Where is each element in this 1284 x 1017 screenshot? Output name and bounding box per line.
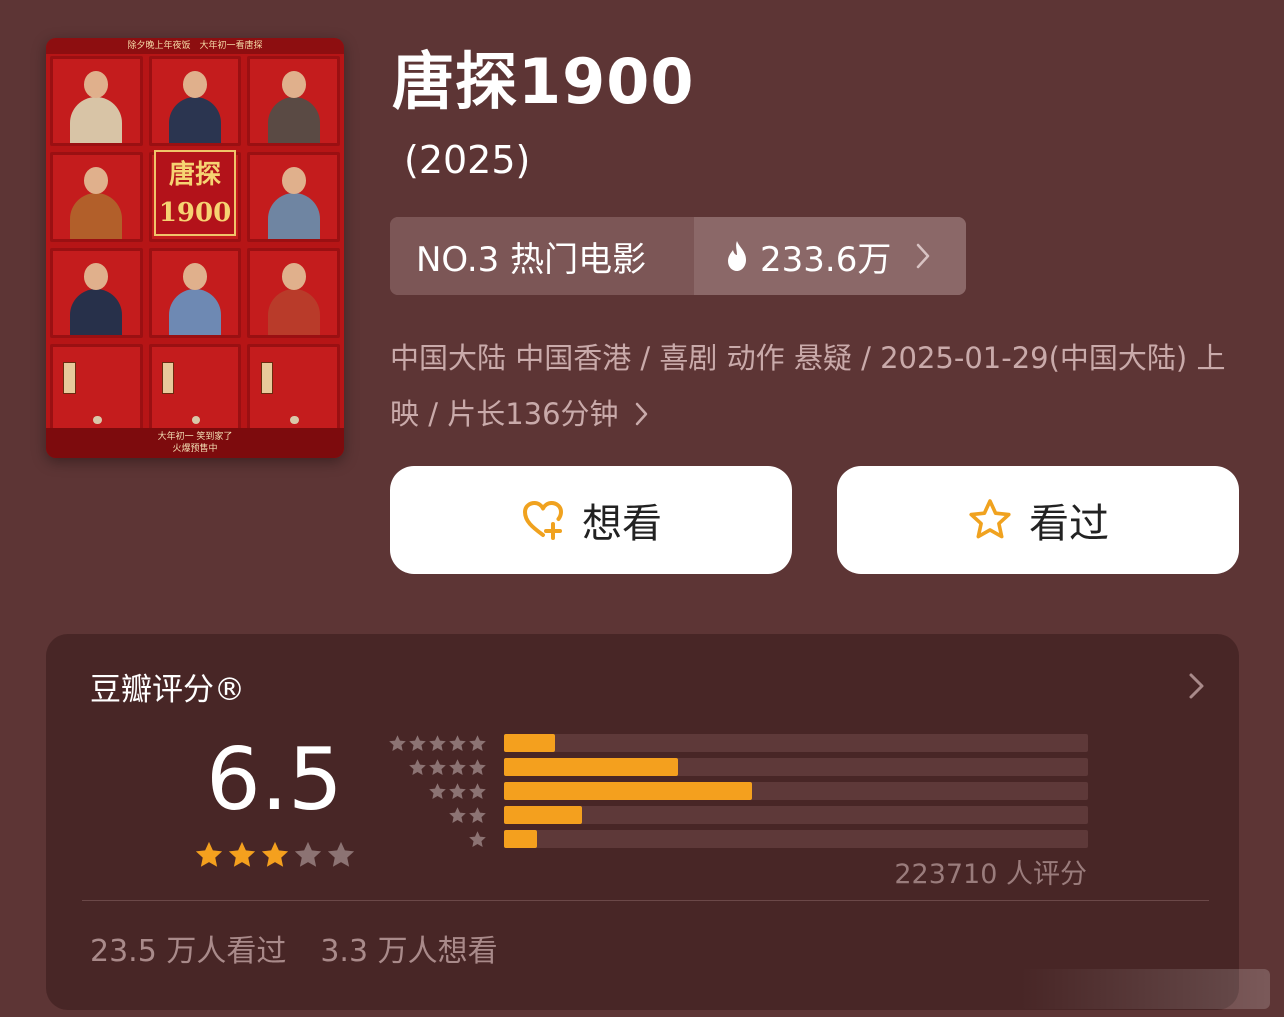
poster-bottom-text: 大年初一 笑到家了 火爆预售中 <box>46 428 344 458</box>
seen-label: 看过 <box>1029 501 1109 547</box>
star-small-icon <box>469 759 486 775</box>
star-small-icon <box>449 783 466 799</box>
rating-card-title: 豆瓣评分® <box>90 672 245 708</box>
chevron-right-icon[interactable] <box>1185 670 1209 702</box>
star-filled-icon <box>228 841 256 867</box>
star-empty-icon <box>294 841 322 867</box>
star-small-icon <box>449 759 466 775</box>
poster-top-text: 除夕晚上年夜饭 大年初一看唐探 <box>46 38 344 54</box>
want-label: 想看 <box>582 501 662 547</box>
movie-detail-page: 除夕晚上年夜饭 大年初一看唐探 唐探 1900 大年初一 笑到家了 火爆预售中 … <box>0 0 1284 1017</box>
dist-bar-5 <box>504 734 555 752</box>
dist-stars-2 <box>448 806 487 825</box>
star-small-icon <box>429 759 446 775</box>
dist-bar-track-4 <box>504 758 1088 776</box>
dist-bar-track-1 <box>504 830 1088 848</box>
rating-card[interactable]: 豆瓣评分® 6.5 223710 人评分 23.5 万人看过 3.3 万人想看 <box>46 634 1239 1010</box>
heat-value: 233.6万 <box>760 239 892 280</box>
star-filled-icon <box>195 841 223 867</box>
dist-stars-3 <box>428 782 487 801</box>
star-small-icon <box>469 783 486 799</box>
rating-score: 6.5 <box>206 730 343 830</box>
seen-count: 23.5 万人看过 <box>90 934 287 969</box>
star-small-icon <box>429 735 446 751</box>
chevron-right-icon <box>635 402 648 426</box>
footer-stats: 23.5 万人看过 3.3 万人想看 <box>90 926 498 970</box>
score-stars <box>194 840 356 870</box>
want-to-watch-button[interactable]: 想看 <box>390 466 792 574</box>
flame-icon <box>728 241 746 271</box>
star-small-icon <box>409 759 426 775</box>
watermark <box>1020 969 1270 1009</box>
dist-bar-track-5 <box>504 734 1088 752</box>
star-small-icon <box>449 735 466 751</box>
watched-button[interactable]: 看过 <box>837 466 1239 574</box>
star-small-icon <box>469 735 486 751</box>
movie-meta[interactable]: 中国大陆 中国香港 / 喜剧 动作 悬疑 / 2025-01-29(中国大陆) … <box>390 330 1250 442</box>
dist-bar-4 <box>504 758 679 776</box>
meta-line: 中国大陆 中国香港 / 喜剧 动作 悬疑 / 2025-01-29(中国大陆) … <box>390 341 1226 431</box>
dist-bar-3 <box>504 782 753 800</box>
heat-section[interactable]: 233.6万 <box>694 217 966 295</box>
rank-label: NO.3 热门电影 <box>390 217 694 295</box>
star-filled-icon <box>261 841 289 867</box>
star-outline-icon <box>969 499 1011 539</box>
star-small-icon <box>409 735 426 751</box>
poster-drawer-grid <box>50 56 340 434</box>
dist-bar-1 <box>504 830 537 848</box>
dist-stars-1 <box>468 830 487 849</box>
star-small-icon <box>469 831 486 847</box>
heart-plus-icon <box>523 501 563 540</box>
rank-pill[interactable]: NO.3 热门电影 233.6万 <box>390 217 966 295</box>
chevron-right-icon <box>917 243 930 269</box>
dist-stars-4 <box>408 758 487 777</box>
star-small-icon <box>449 807 466 823</box>
star-empty-icon <box>327 841 355 867</box>
dist-bar-track-3 <box>504 782 1088 800</box>
poster-title-logo: 唐探 1900 <box>154 150 236 236</box>
raters-count: 223710 人评分 <box>894 859 1087 890</box>
dist-stars-5 <box>388 734 487 753</box>
movie-year: (2025) <box>404 138 531 182</box>
dist-bar-track-2 <box>504 806 1088 824</box>
want-count: 3.3 万人想看 <box>320 934 498 969</box>
dist-bar-2 <box>504 806 583 824</box>
star-small-icon <box>389 735 406 751</box>
card-divider <box>82 900 1209 901</box>
movie-poster[interactable]: 除夕晚上年夜饭 大年初一看唐探 唐探 1900 大年初一 笑到家了 火爆预售中 <box>46 38 344 458</box>
star-small-icon <box>469 807 486 823</box>
movie-title: 唐探1900 <box>392 45 695 118</box>
star-small-icon <box>429 783 446 799</box>
